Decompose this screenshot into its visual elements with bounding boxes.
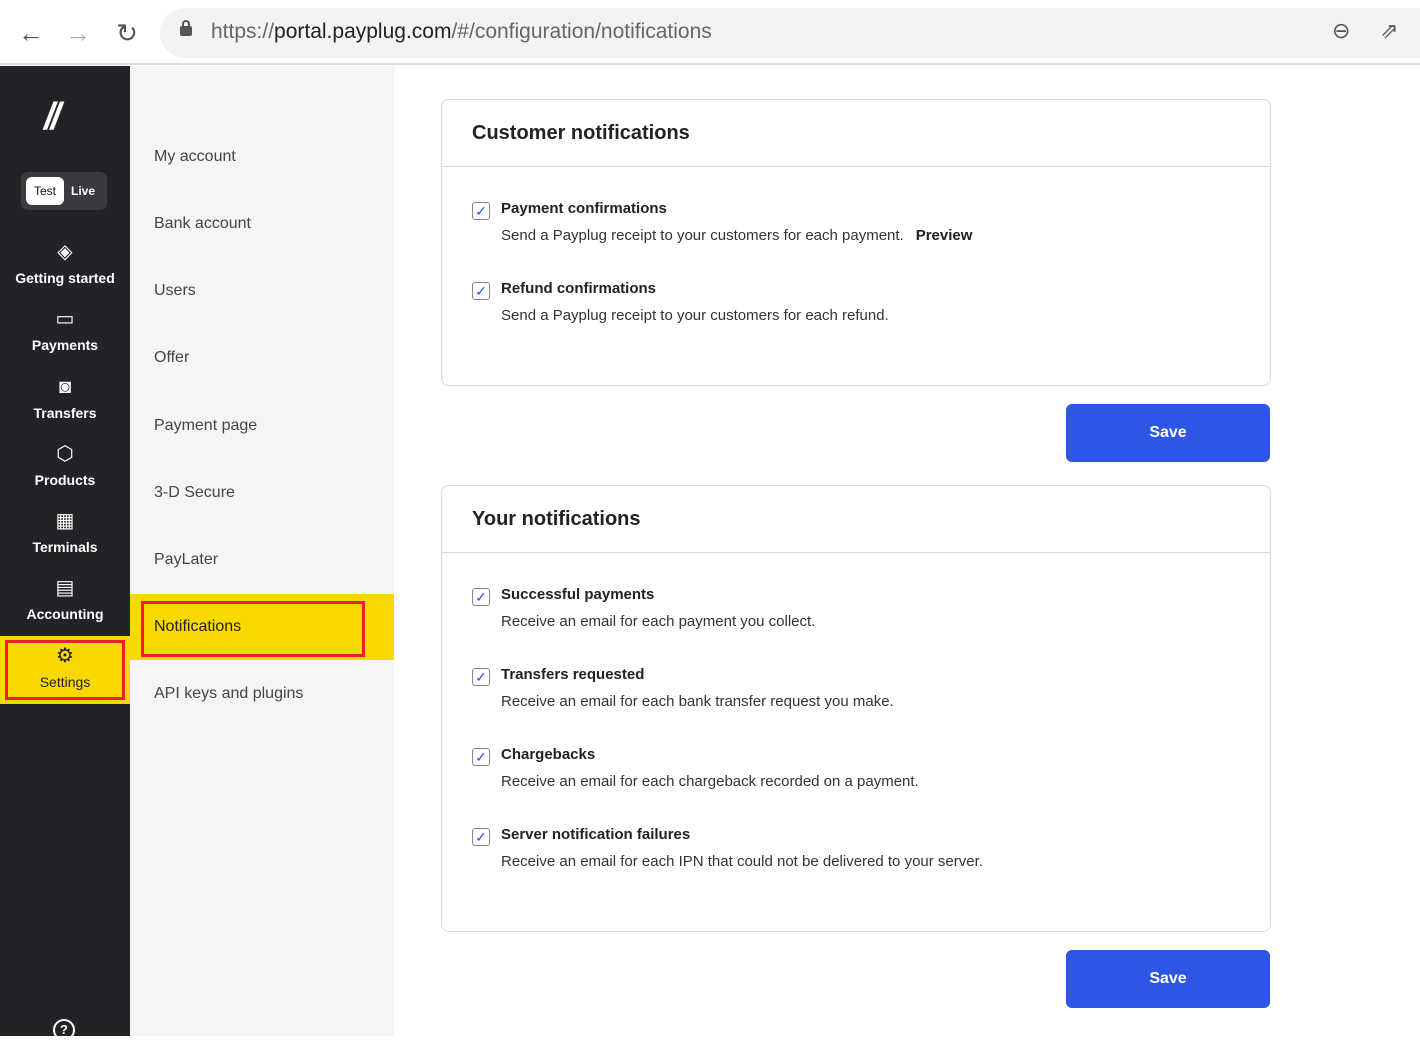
back-button[interactable]: ← [16, 18, 46, 49]
sidebar-item-terminals[interactable]: ▦ Terminals [0, 507, 130, 569]
option-description: Receive an email for each chargeback rec… [501, 773, 919, 790]
submenu-offer[interactable]: Offer [130, 325, 394, 391]
sidebar-item-label: Transfers [33, 405, 97, 421]
address-bar[interactable]: https://portal.payplug.com/#/configurati… [160, 8, 1420, 58]
receipt-icon: ▤ [55, 577, 75, 599]
sidebar-item-payments[interactable]: ▭ Payments [0, 305, 130, 367]
annotation-highlight-box [5, 640, 125, 700]
zoom-out-icon[interactable]: ⊖ [1332, 18, 1350, 44]
sidebar-item-products[interactable]: ⬡ Products [0, 440, 130, 502]
card-title: Your notifications [442, 486, 1270, 553]
checkbox-checked[interactable]: ✓ [472, 282, 490, 300]
sidebar-item-label: Products [34, 472, 96, 488]
checkbox-checked[interactable]: ✓ [472, 828, 490, 846]
card-title: Customer notifications [442, 100, 1270, 167]
option-title: Refund confirmations [501, 280, 657, 297]
url-host: portal.payplug.com [274, 20, 452, 43]
option-description: Receive an email for each payment you co… [501, 613, 816, 630]
option-title: Server notification failures [501, 826, 691, 843]
sidebar-item-label: Getting started [15, 270, 115, 286]
sidebar-item-transfers[interactable]: ◙ Transfers [0, 373, 130, 435]
terminal-icon: ▦ [55, 510, 75, 532]
box-icon: ⬡ [56, 443, 74, 465]
payplug-logo[interactable]: // [44, 96, 61, 139]
share-icon[interactable]: ⇗ [1380, 18, 1398, 44]
browser-toolbar: ← → ↻ https://portal.payplug.com/#/confi… [0, 0, 1420, 65]
main-sidebar: // Test Live ◈ Getting started ▭ Payments … [0, 66, 130, 1041]
layers-icon: ◈ [57, 241, 73, 263]
toggle-test[interactable]: Test [26, 177, 64, 205]
help-icon[interactable]: ? [53, 1019, 75, 1041]
submenu-users[interactable]: Users [130, 258, 394, 324]
toggle-live[interactable]: Live [71, 177, 95, 205]
option-description: Send a Payplug receipt to your customers… [501, 227, 904, 244]
preview-link[interactable]: Preview [916, 227, 973, 244]
url-path: /#/configuration/notifications [451, 20, 712, 43]
cash-icon: ◙ [58, 376, 72, 398]
option-description: Receive an email for each IPN that could… [501, 853, 983, 870]
reload-button[interactable]: ↻ [112, 18, 142, 49]
test-live-toggle[interactable]: Test Live [21, 172, 107, 210]
submenu-my-account[interactable]: My account [130, 124, 394, 190]
option-title: Chargebacks [501, 746, 596, 763]
submenu-bank-account[interactable]: Bank account [130, 191, 394, 257]
sidebar-item-accounting[interactable]: ▤ Accounting [0, 574, 130, 636]
sidebar-item-label: Payments [31, 337, 99, 353]
checkbox-checked[interactable]: ✓ [472, 588, 490, 606]
your-notifications-card: Your notifications ✓ Successful payments… [441, 485, 1271, 932]
option-title: Transfers requested [501, 666, 645, 683]
settings-submenu: My account Bank account Users Offer Paym… [130, 66, 394, 1036]
url-scheme: https:// [211, 20, 275, 43]
forward-button[interactable]: → [63, 18, 93, 49]
lock-icon [180, 20, 192, 36]
option-description: Receive an email for each bank transfer … [501, 693, 894, 710]
sidebar-item-getting-started[interactable]: ◈ Getting started [0, 238, 130, 300]
sidebar-item-label: Terminals [32, 539, 98, 555]
card-icon: ▭ [55, 308, 75, 330]
submenu-api-keys[interactable]: API keys and plugins [130, 661, 394, 727]
annotation-highlight-box [141, 601, 365, 657]
option-description: Send a Payplug receipt to your customers… [501, 307, 889, 324]
submenu-3d-secure[interactable]: 3-D Secure [130, 460, 394, 526]
customer-notifications-card: Customer notifications ✓ Payment confirm… [441, 99, 1271, 386]
sidebar-item-label: Accounting [26, 606, 104, 622]
save-button[interactable]: Save [1066, 404, 1270, 462]
checkbox-checked[interactable]: ✓ [472, 748, 490, 766]
save-button[interactable]: Save [1066, 950, 1270, 1008]
option-title: Successful payments [501, 586, 655, 603]
checkbox-checked[interactable]: ✓ [472, 202, 490, 220]
submenu-payment-page[interactable]: Payment page [130, 393, 394, 459]
submenu-paylater[interactable]: PayLater [130, 527, 394, 593]
checkbox-checked[interactable]: ✓ [472, 668, 490, 686]
option-title: Payment confirmations [501, 200, 667, 217]
